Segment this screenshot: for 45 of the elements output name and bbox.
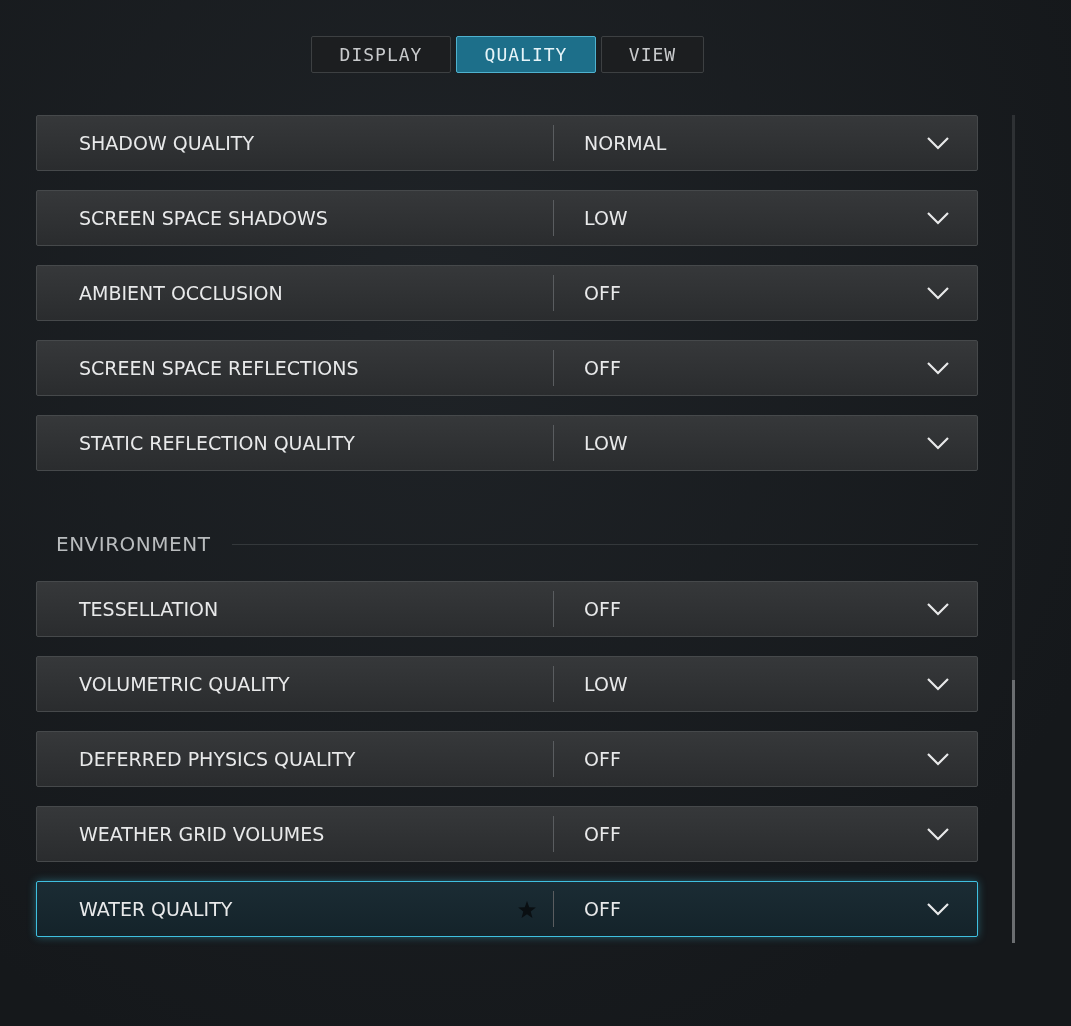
chevron-down-icon — [926, 827, 950, 841]
setting-dropdown[interactable]: TESSELLATION OFF — [36, 581, 978, 637]
chevron-down-icon — [926, 361, 950, 375]
setting-value: LOW — [583, 673, 629, 695]
setting-label: WATER QUALITY — [78, 898, 234, 920]
setting-label: DEFERRED PHYSICS QUALITY — [78, 748, 357, 770]
setting-dropdown[interactable]: VOLUMETRIC QUALITY LOW — [36, 656, 978, 712]
setting-value: OFF — [583, 748, 622, 770]
setting-label: VOLUMETRIC QUALITY — [78, 673, 291, 695]
setting-dropdown[interactable]: DEFERRED PHYSICS QUALITY OFF — [36, 731, 978, 787]
setting-label: WEATHER GRID VOLUMES — [78, 823, 326, 845]
setting-label: AMBIENT OCCLUSION — [78, 282, 284, 304]
setting-dropdown[interactable]: STATIC REFLECTION QUALITY LOW — [36, 415, 978, 471]
setting-label: SCREEN SPACE SHADOWS — [78, 207, 329, 229]
setting-label: SHADOW QUALITY — [78, 132, 256, 154]
setting-dropdown[interactable]: WEATHER GRID VOLUMES OFF — [36, 806, 978, 862]
setting-value: OFF — [583, 282, 622, 304]
tab[interactable]: QUALITY — [456, 36, 596, 73]
setting-dropdown[interactable]: WATER QUALITY OFF — [36, 881, 978, 937]
setting-label: TESSELLATION — [78, 598, 220, 620]
setting-value: NORMAL — [583, 132, 668, 154]
chevron-down-icon — [926, 677, 950, 691]
chevron-down-icon — [926, 136, 950, 150]
tab[interactable]: DISPLAY — [311, 36, 451, 73]
chevron-down-icon — [926, 752, 950, 766]
setting-value: OFF — [583, 823, 622, 845]
setting-value: OFF — [583, 598, 622, 620]
setting-dropdown[interactable]: SCREEN SPACE SHADOWS LOW — [36, 190, 978, 246]
chevron-down-icon — [926, 286, 950, 300]
setting-dropdown[interactable]: AMBIENT OCCLUSION OFF — [36, 265, 978, 321]
chevron-down-icon — [926, 211, 950, 225]
setting-value: LOW — [583, 432, 629, 454]
setting-value: LOW — [583, 207, 629, 229]
chevron-down-icon — [926, 902, 950, 916]
section-heading: ENVIRONMENT — [56, 532, 211, 556]
setting-dropdown[interactable]: SHADOW QUALITY NORMAL — [36, 115, 978, 171]
setting-dropdown[interactable]: SCREEN SPACE REFLECTIONS OFF — [36, 340, 978, 396]
chevron-down-icon — [926, 602, 950, 616]
setting-label: SCREEN SPACE REFLECTIONS — [78, 357, 360, 379]
setting-value: OFF — [583, 898, 622, 920]
tab[interactable]: VIEW — [601, 36, 704, 73]
chevron-down-icon — [926, 436, 950, 450]
scrollbar-thumb[interactable] — [1012, 680, 1015, 943]
setting-label: STATIC REFLECTION QUALITY — [78, 432, 356, 454]
setting-value: OFF — [583, 357, 622, 379]
